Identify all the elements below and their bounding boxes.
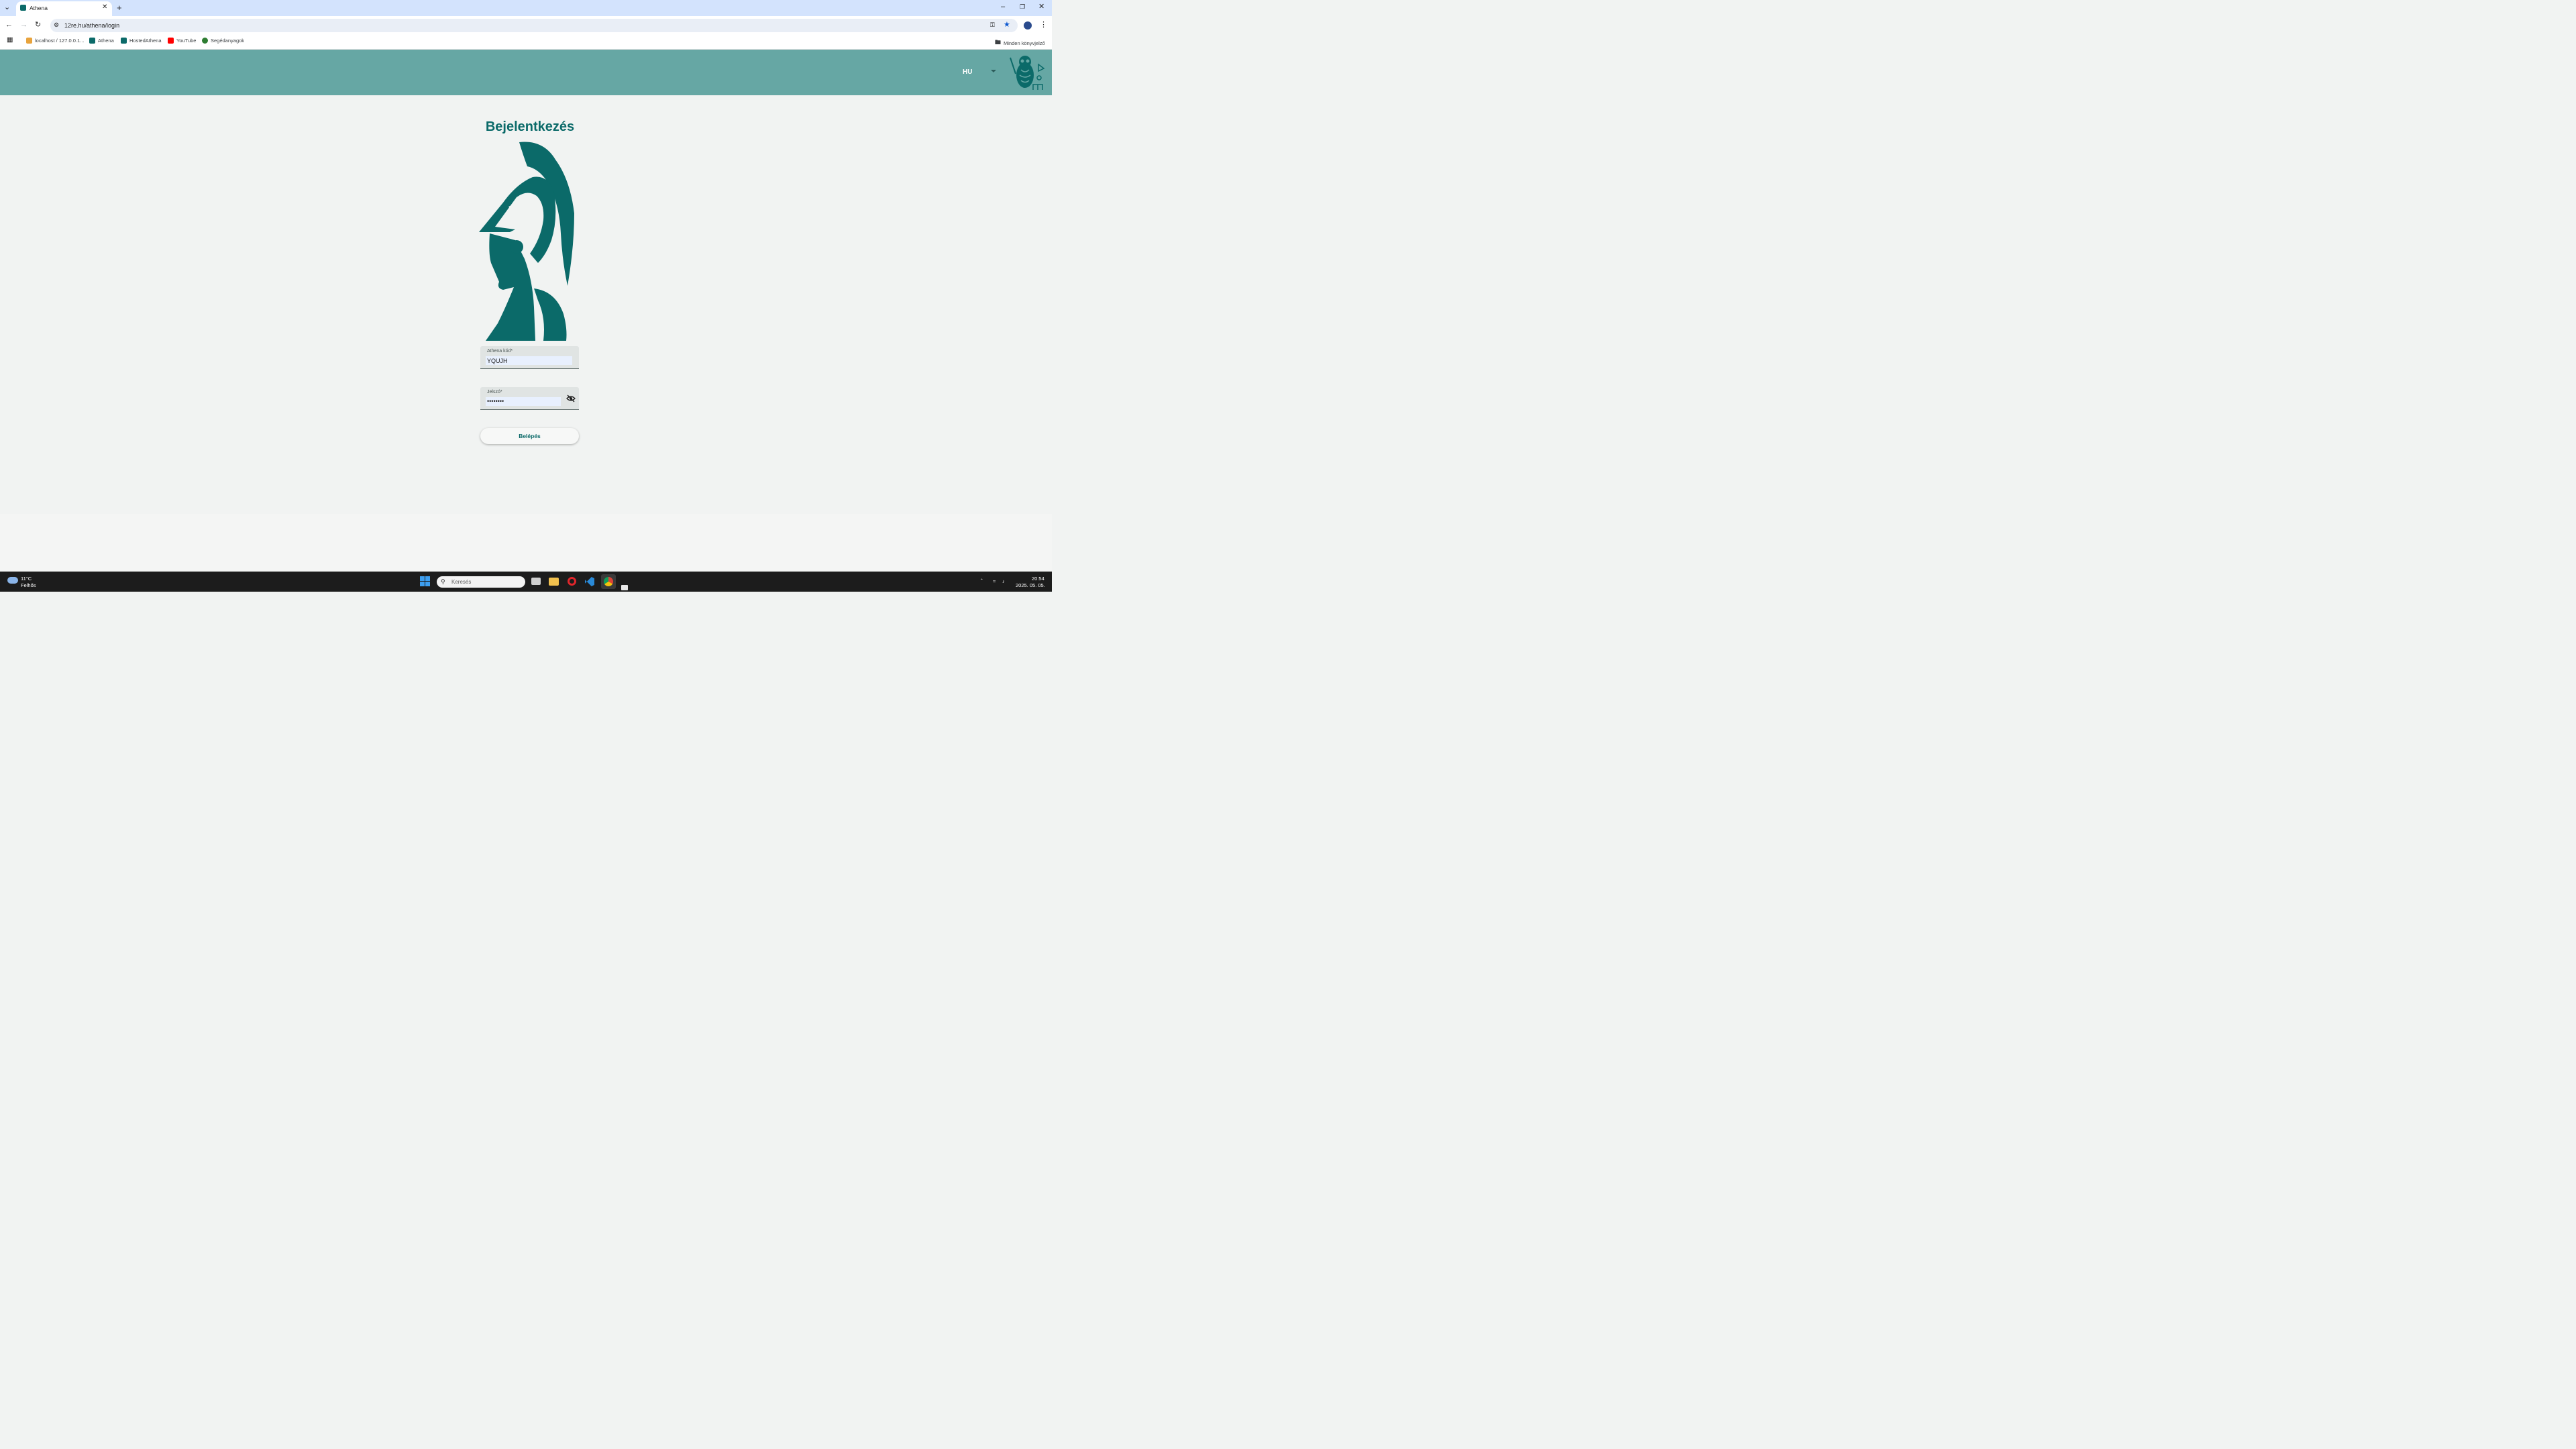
tab-search-chevron-icon[interactable]: ⌄ [4,4,10,11]
site-info-icon[interactable]: ⚙ [54,22,59,28]
login-button[interactable]: Belépés [480,428,580,445]
restore-icon[interactable]: ❐ [1020,4,1025,10]
chrome-icon[interactable] [604,577,614,587]
visibility-off-icon[interactable] [566,394,576,402]
owl-logo-icon [1010,56,1045,91]
browser-menu-icon[interactable]: ⋮ [1040,21,1047,29]
cloud-icon[interactable] [7,577,19,584]
youtube-icon [168,38,174,44]
new-tab-icon[interactable]: + [117,3,122,12]
athena-icon [121,38,127,44]
tab-strip [0,0,1052,17]
profile-avatar[interactable] [1024,21,1032,30]
back-icon[interactable]: ← [5,21,13,29]
search-icon: ⚲ [441,578,445,586]
tab-title: Athena [30,5,48,12]
show-hidden-icons-chevron-icon[interactable]: ˆ [981,578,983,584]
forward-icon[interactable]: → [20,21,28,29]
clock-time[interactable]: 20:54 [1032,576,1044,582]
close-tab-icon[interactable]: ✕ [102,4,107,11]
clock-date[interactable]: 2025. 05. 05. [1016,582,1045,588]
athena-icon [89,38,96,44]
phpmyadmin-icon [26,38,33,44]
athena-code-label: Athena kód* [487,349,513,354]
bookmark-youtube[interactable]: YouTube [168,38,196,44]
athena-helmet-logo-icon [479,142,575,341]
athena-favicon-icon [20,5,27,11]
snipping-tool-icon[interactable] [621,585,629,591]
taskbar-search-placeholder: Keresés [451,579,472,586]
password-key-icon[interactable]: ⚿ [990,22,995,28]
password-input[interactable]: •••••••• [486,397,561,407]
address-bar[interactable] [50,19,1018,33]
bookmark-localhost[interactable]: localhost / 127.0.0.1... [26,38,84,44]
task-view-icon[interactable] [531,578,541,586]
file-explorer-icon[interactable] [549,578,559,586]
volume-icon[interactable]: ♪ [1002,578,1005,584]
bookmark-hostedathena[interactable]: HostedAthena [121,38,162,44]
segedanyagok-icon [202,38,209,44]
folder-icon: 🖿 [995,39,1002,46]
bookmark-athena[interactable]: Athena [89,38,114,44]
bookmark-star-icon[interactable]: ★ [1004,21,1010,29]
reload-icon[interactable]: ↻ [35,21,41,29]
page-title: Bejelentkezés [485,119,575,135]
weather-temp[interactable]: 11°C [21,576,32,582]
page-background [0,514,1052,572]
taskbar [0,572,1052,592]
password-label: Jelszó* [487,390,502,395]
taskbar-search[interactable] [437,576,526,588]
minimize-icon[interactable]: – [1001,3,1005,11]
athena-code-input[interactable] [486,356,573,366]
chevron-down-icon[interactable] [991,70,997,73]
all-bookmarks[interactable]: 🖿 Minden könyvjelző [995,38,1045,48]
close-window-icon[interactable]: ✕ [1038,3,1044,11]
apps-grid-icon[interactable]: ▦ [7,37,13,44]
bookmark-segedanyagok[interactable]: Segédanyagok [202,38,244,44]
start-windows-icon[interactable] [420,576,431,587]
language-select[interactable]: HU [963,68,972,76]
app-header [0,50,1052,96]
opera-icon[interactable] [568,577,577,586]
wifi-icon[interactable]: ≈ [993,578,996,584]
weather-desc[interactable]: Felhős [21,582,36,588]
url-text[interactable]: 12re.hu/athena/login [64,22,119,29]
